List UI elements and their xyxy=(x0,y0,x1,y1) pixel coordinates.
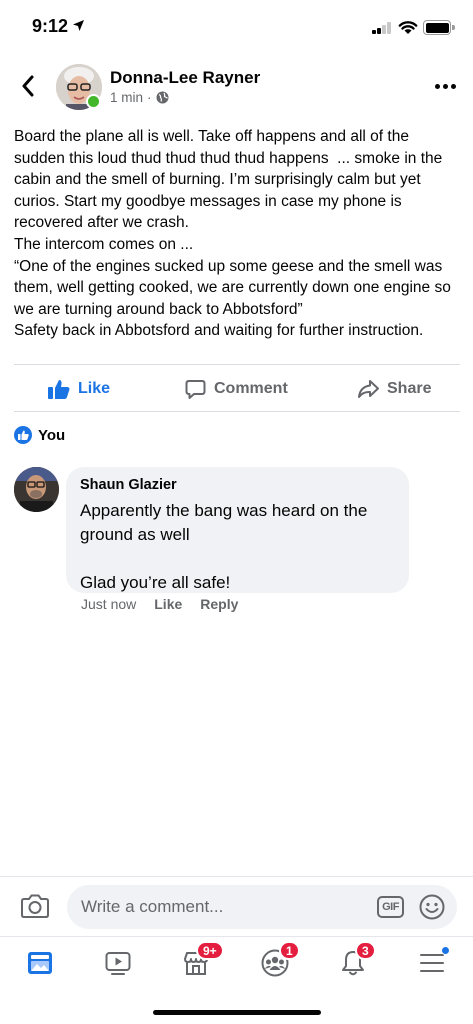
comment-button[interactable]: Comment xyxy=(185,368,288,410)
divider xyxy=(14,411,460,412)
post-author-name[interactable]: Donna-Lee Rayner xyxy=(110,68,260,88)
tab-watch[interactable] xyxy=(100,945,136,981)
post-meta: 1 min · xyxy=(110,90,169,105)
back-button[interactable] xyxy=(14,72,42,100)
share-label: Share xyxy=(387,380,432,397)
tab-notifications[interactable]: 3 xyxy=(335,941,376,981)
tab-news-feed[interactable] xyxy=(22,945,58,981)
tab-marketplace[interactable]: 9+ xyxy=(178,941,224,981)
post-timestamp[interactable]: 1 min xyxy=(110,90,143,105)
marketplace-badge: 9+ xyxy=(196,941,224,960)
camera-icon[interactable] xyxy=(20,893,50,919)
wifi-icon xyxy=(398,21,418,34)
post-header: Donna-Lee Rayner 1 min · xyxy=(0,60,473,116)
commenter-avatar[interactable] xyxy=(14,467,59,512)
reactions-summary[interactable]: You xyxy=(14,424,65,446)
comment-reply-link[interactable]: Reply xyxy=(200,596,238,612)
location-arrow-icon xyxy=(73,20,84,31)
divider xyxy=(14,364,460,365)
like-button[interactable]: Like xyxy=(48,368,110,410)
reactions-label: You xyxy=(38,426,66,444)
share-button[interactable]: Share xyxy=(357,368,431,410)
share-arrow-icon xyxy=(358,380,379,398)
news-feed-icon xyxy=(28,952,52,974)
post-action-bar: Like Comment Share xyxy=(0,368,473,410)
like-reaction-icon xyxy=(14,426,32,444)
comment-bubble-icon xyxy=(185,379,206,399)
battery-icon xyxy=(423,20,455,35)
comment-like-link[interactable]: Like xyxy=(154,596,182,612)
commenter-name[interactable]: Shaun Glazier xyxy=(80,477,395,493)
online-status-dot xyxy=(86,94,101,109)
chevron-left-icon xyxy=(22,75,34,97)
comment-composer: GIF xyxy=(0,876,473,936)
menu-notification-dot xyxy=(441,946,450,955)
comment-label: Comment xyxy=(214,380,288,397)
globe-icon[interactable] xyxy=(156,91,169,104)
cellular-signal-icon xyxy=(372,22,392,34)
bottom-tab-bar: 9+ 1 3 xyxy=(0,936,473,990)
commenter-photo xyxy=(14,467,59,512)
tab-menu[interactable] xyxy=(414,945,450,981)
tab-groups[interactable]: 1 xyxy=(257,941,300,981)
comment-meta: Just now Like Reply xyxy=(81,596,238,612)
groups-badge: 1 xyxy=(279,941,300,960)
post-text: Board the plane all is well. Take off ha… xyxy=(14,128,451,340)
more-options-button[interactable] xyxy=(430,74,460,98)
comment-time: Just now xyxy=(81,596,137,612)
like-label: Like xyxy=(78,380,111,397)
watch-video-icon xyxy=(105,952,131,975)
status-time: 9:12 xyxy=(32,16,69,36)
emoji-icon[interactable] xyxy=(419,894,445,920)
home-indicator[interactable] xyxy=(153,1010,321,1015)
comment-bubble[interactable]: Shaun Glazier Apparently the bang was he… xyxy=(66,467,409,593)
status-bar: 9:12 xyxy=(0,0,473,54)
notifications-badge: 3 xyxy=(355,941,376,960)
comment-text: Apparently the bang was heard on the gro… xyxy=(80,501,368,592)
thumbs-up-icon xyxy=(48,380,70,399)
gif-button[interactable]: GIF xyxy=(377,896,404,918)
meta-separator: · xyxy=(147,90,152,105)
